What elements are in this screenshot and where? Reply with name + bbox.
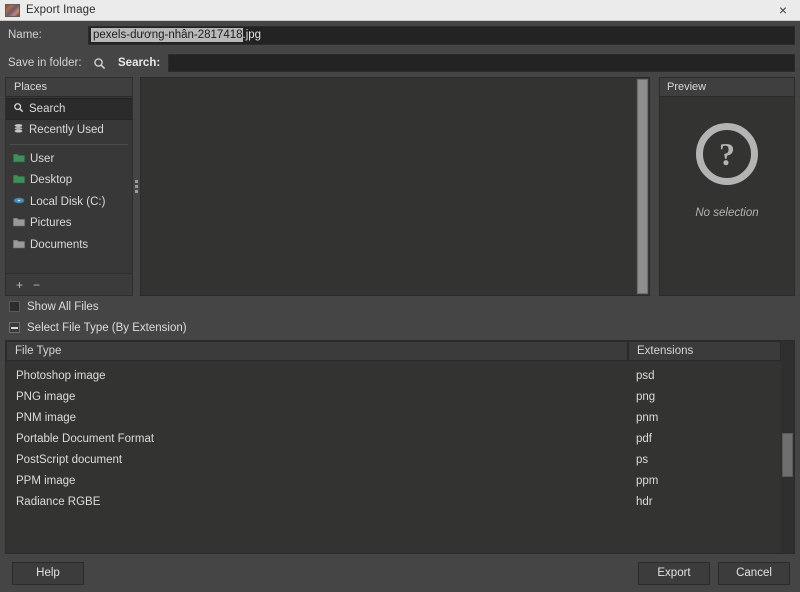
handle-dot bbox=[135, 185, 138, 188]
title-bar: Export Image × bbox=[0, 0, 800, 21]
cancel-button[interactable]: Cancel bbox=[718, 561, 790, 585]
file-type-name: Photoshop image bbox=[16, 369, 106, 382]
file-list-area[interactable] bbox=[141, 78, 636, 295]
scrollbar-thumb[interactable] bbox=[637, 79, 648, 294]
table-row[interactable]: Radiance RGBE hdr bbox=[6, 491, 781, 512]
export-image-dialog: Export Image × Name: pexels-dương-nhân-2… bbox=[0, 0, 800, 592]
table-row[interactable]: PPM image ppm bbox=[6, 470, 781, 491]
sidebar-item-local-disk-c[interactable]: Local Disk (C:) bbox=[6, 191, 132, 213]
question-mark-icon: ? bbox=[696, 123, 758, 185]
file-type-name: PostScript document bbox=[16, 453, 123, 466]
places-header: Places bbox=[6, 78, 132, 97]
file-type-name: PNG image bbox=[16, 390, 76, 403]
recent-icon bbox=[13, 123, 24, 137]
pane-resize-handle[interactable] bbox=[133, 77, 140, 296]
file-type-name: Radiance RGBE bbox=[16, 495, 101, 508]
show-all-files-checkbox[interactable] bbox=[9, 301, 20, 312]
places-separator bbox=[10, 144, 128, 145]
file-type-extension: png bbox=[636, 390, 656, 403]
scrollbar-thumb[interactable] bbox=[782, 433, 793, 477]
handle-dot bbox=[135, 180, 138, 183]
sidebar-item-user[interactable]: User bbox=[6, 148, 132, 170]
table-row[interactable]: Photoshop image psd bbox=[6, 365, 781, 386]
places-list: Search Recently Used User Desktop Local … bbox=[6, 97, 132, 273]
file-type-extension: ppm bbox=[636, 474, 659, 487]
select-file-type-label: Select File Type (By Extension) bbox=[27, 321, 187, 334]
remove-place-button[interactable]: − bbox=[33, 279, 40, 291]
sidebar-item-label: Desktop bbox=[30, 174, 73, 187]
column-header-extensions[interactable]: Extensions bbox=[628, 341, 781, 361]
file-type-name: PNM image bbox=[16, 411, 77, 424]
sidebar-item-label: Recently Used bbox=[29, 124, 104, 137]
save-in-folder-label: Save in folder: bbox=[8, 57, 82, 69]
search-icon bbox=[13, 102, 24, 116]
window-title: Export Image bbox=[26, 4, 96, 16]
preview-status: No selection bbox=[695, 207, 759, 219]
file-type-extension: hdr bbox=[636, 495, 653, 508]
file-type-scrollbar[interactable] bbox=[781, 341, 794, 553]
save-in-folder-row: Save in folder: Search: bbox=[0, 49, 800, 77]
preview-gap bbox=[650, 77, 659, 296]
help-button[interactable]: Help bbox=[12, 561, 84, 585]
table-row[interactable]: Portable Document Format pdf bbox=[6, 428, 781, 449]
filename-input[interactable]: pexels-dương-nhân-2817418 .jpg bbox=[88, 25, 795, 45]
sidebar-item-label: Local Disk (C:) bbox=[30, 195, 106, 208]
file-type-extension: pdf bbox=[636, 432, 652, 445]
column-header-file-type[interactable]: File Type bbox=[6, 341, 628, 361]
sidebar-item-pictures[interactable]: Pictures bbox=[6, 213, 132, 235]
preview-panel: Preview ? No selection bbox=[659, 77, 795, 296]
sidebar-item-recently-used[interactable]: Recently Used bbox=[6, 120, 132, 142]
file-type-table-main: File Type Extensions Photoshop image psd… bbox=[6, 341, 781, 553]
table-header-row: File Type Extensions bbox=[6, 341, 781, 361]
search-label: Search: bbox=[118, 57, 161, 69]
filename-selected-text: pexels-dương-nhân-2817418 bbox=[91, 28, 243, 42]
name-label: Name: bbox=[8, 29, 42, 41]
filename-extension-text: .jpg bbox=[242, 29, 262, 41]
close-icon[interactable]: × bbox=[766, 0, 800, 21]
show-all-files-row[interactable]: Show All Files bbox=[0, 296, 800, 317]
folder-icon bbox=[13, 173, 25, 187]
sidebar-item-label: User bbox=[30, 152, 55, 165]
file-list-scrollbar[interactable] bbox=[636, 78, 649, 295]
handle-dot bbox=[135, 190, 138, 193]
drive-icon bbox=[13, 195, 25, 209]
places-panel: Places Search Recently Used User Desktop… bbox=[5, 77, 133, 296]
select-file-type-row[interactable]: Select File Type (By Extension) bbox=[0, 317, 800, 338]
table-row[interactable]: PostScript document ps bbox=[6, 449, 781, 470]
expander-icon[interactable] bbox=[9, 322, 20, 333]
file-type-name: Portable Document Format bbox=[16, 432, 155, 445]
image-thumbnail-icon bbox=[5, 3, 20, 17]
export-button[interactable]: Export bbox=[638, 561, 710, 585]
file-type-name: PPM image bbox=[16, 474, 76, 487]
file-type-extension: ps bbox=[636, 453, 649, 466]
places-footer: + − bbox=[6, 273, 132, 295]
search-icon bbox=[88, 57, 110, 70]
file-type-extension: pnm bbox=[636, 411, 659, 424]
sidebar-item-documents[interactable]: Documents bbox=[6, 234, 132, 256]
add-place-button[interactable]: + bbox=[16, 279, 23, 291]
preview-header: Preview bbox=[660, 78, 794, 97]
table-row[interactable]: PNM image pnm bbox=[6, 407, 781, 428]
sidebar-item-label: Pictures bbox=[30, 217, 72, 230]
file-type-extension: psd bbox=[636, 369, 655, 382]
sidebar-item-label: Search bbox=[29, 102, 66, 115]
sidebar-item-desktop[interactable]: Desktop bbox=[6, 170, 132, 192]
file-browser[interactable] bbox=[140, 77, 650, 296]
dialog-body: Places Search Recently Used User Desktop… bbox=[0, 77, 800, 296]
name-row: Name: pexels-dương-nhân-2817418 .jpg bbox=[0, 21, 800, 49]
show-all-files-label: Show All Files bbox=[27, 300, 99, 313]
search-input[interactable] bbox=[168, 54, 795, 72]
sidebar-item-label: Documents bbox=[30, 238, 89, 251]
file-type-rows: Photoshop image psd PNG image png PNM im… bbox=[6, 361, 781, 553]
preview-body: ? No selection bbox=[660, 97, 794, 295]
folder-icon bbox=[13, 152, 25, 166]
sidebar-item-search[interactable]: Search bbox=[6, 98, 132, 120]
folder-icon bbox=[13, 238, 25, 252]
file-type-table: File Type Extensions Photoshop image psd… bbox=[5, 340, 795, 554]
dialog-footer: Help Export Cancel bbox=[0, 554, 800, 592]
folder-icon bbox=[13, 216, 25, 230]
table-row[interactable]: PNG image png bbox=[6, 386, 781, 407]
